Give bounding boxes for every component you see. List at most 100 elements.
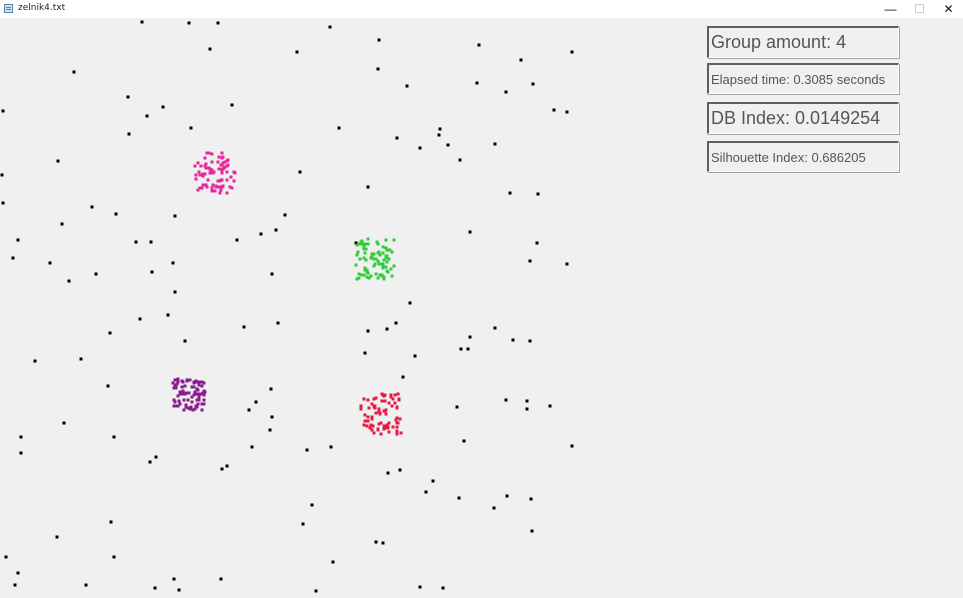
noise-point <box>493 142 497 146</box>
title-bar[interactable]: zelnik4.txt — ☐ ✕ <box>0 0 963 18</box>
noise-point <box>148 460 152 464</box>
cluster-3-point <box>180 379 184 383</box>
cluster-2-point <box>384 246 388 250</box>
cluster-3-point <box>182 408 186 412</box>
cluster-3-point <box>197 383 201 387</box>
noise-point <box>259 232 263 236</box>
noise-point <box>366 329 370 333</box>
noise-point <box>301 522 305 526</box>
noise-point <box>405 84 409 88</box>
noise-point <box>381 541 385 545</box>
noise-point <box>529 497 533 501</box>
noise-point <box>183 339 187 343</box>
noise-point <box>570 50 574 54</box>
cluster-3-point <box>194 392 198 396</box>
cluster-3-point <box>173 378 177 382</box>
noise-point <box>274 228 278 232</box>
cluster-1-point <box>194 177 198 181</box>
noise-point <box>11 256 15 260</box>
noise-point <box>446 143 450 147</box>
maximize-button[interactable]: ☐ <box>905 0 934 18</box>
cluster-2-point <box>365 275 369 279</box>
cluster-2-point <box>369 256 373 260</box>
cluster-2-point <box>374 257 378 261</box>
cluster-4-point <box>366 415 370 419</box>
cluster-4-point <box>373 404 377 408</box>
cluster-3-point <box>192 380 196 384</box>
noise-point <box>90 205 94 209</box>
cluster-3-point <box>190 395 194 399</box>
cluster-4-point <box>366 398 370 402</box>
cluster-4-point <box>383 399 387 403</box>
cluster-1-point <box>197 170 201 174</box>
cluster-2-point <box>357 276 361 280</box>
noise-point <box>94 272 98 276</box>
cluster-4-point <box>387 430 391 434</box>
cluster-3-point <box>197 395 201 399</box>
cluster-2-point <box>370 252 374 256</box>
cluster-4-point <box>397 397 401 401</box>
cluster-3-point <box>176 394 180 398</box>
cluster-2-point <box>358 257 362 261</box>
cluster-4-point <box>395 421 399 425</box>
cluster-4-point <box>390 404 394 408</box>
cluster-2-point <box>363 251 367 255</box>
noise-point <box>395 136 399 140</box>
cluster-1-point <box>213 189 217 193</box>
noise-point <box>138 317 142 321</box>
cluster-3-point <box>190 385 194 389</box>
cluster-1-point <box>225 191 229 195</box>
cluster-1-point <box>206 178 210 182</box>
noise-point <box>295 50 299 54</box>
cluster-1-point <box>203 156 207 160</box>
cluster-4-point <box>387 401 391 405</box>
noise-point <box>401 375 405 379</box>
noise-point <box>508 191 512 195</box>
noise-point <box>337 126 341 130</box>
cluster-1-point <box>210 152 214 156</box>
cluster-2-point <box>376 242 380 246</box>
noise-point <box>161 105 165 109</box>
cluster-1-point <box>229 175 233 179</box>
cluster-4-point <box>389 395 393 399</box>
cluster-4-point <box>369 423 373 427</box>
notepad-icon <box>4 4 13 13</box>
noise-point <box>220 467 224 471</box>
silhouette-index-display: Silhouette Index: 0.686205 <box>707 141 899 172</box>
noise-point <box>531 82 535 86</box>
close-button[interactable]: ✕ <box>934 0 963 18</box>
cluster-3-point <box>182 398 186 402</box>
cluster-3-point <box>176 377 180 381</box>
noise-point <box>466 347 470 351</box>
cluster-1-point <box>199 164 203 168</box>
cluster-4-point <box>376 428 380 432</box>
noise-point <box>216 21 220 25</box>
cluster-2-point <box>378 253 382 257</box>
cluster-2-point <box>356 250 360 254</box>
cluster-3-point <box>195 398 199 402</box>
cluster-2-point <box>390 274 394 278</box>
cluster-4-point <box>395 406 399 410</box>
cluster-2-point <box>374 272 378 276</box>
noise-point <box>67 279 71 283</box>
noise-point <box>437 133 441 137</box>
cluster-4-point <box>365 424 369 428</box>
cluster-4-point <box>395 429 399 433</box>
noise-point <box>62 421 66 425</box>
cluster-1-point <box>220 156 224 160</box>
noise-point <box>79 357 83 361</box>
noise-point <box>276 321 280 325</box>
noise-point <box>565 110 569 114</box>
cluster-3-point <box>188 378 192 382</box>
cluster-1-point <box>211 183 215 187</box>
minimize-button[interactable]: — <box>876 0 905 18</box>
noise-point <box>225 464 229 468</box>
noise-point <box>150 270 154 274</box>
cluster-4-point <box>379 432 383 436</box>
noise-point <box>106 384 110 388</box>
cluster-4-point <box>362 397 366 401</box>
cluster-4-point <box>387 421 391 425</box>
cluster-1-point <box>217 155 221 159</box>
noise-point <box>475 81 479 85</box>
noise-point <box>366 185 370 189</box>
